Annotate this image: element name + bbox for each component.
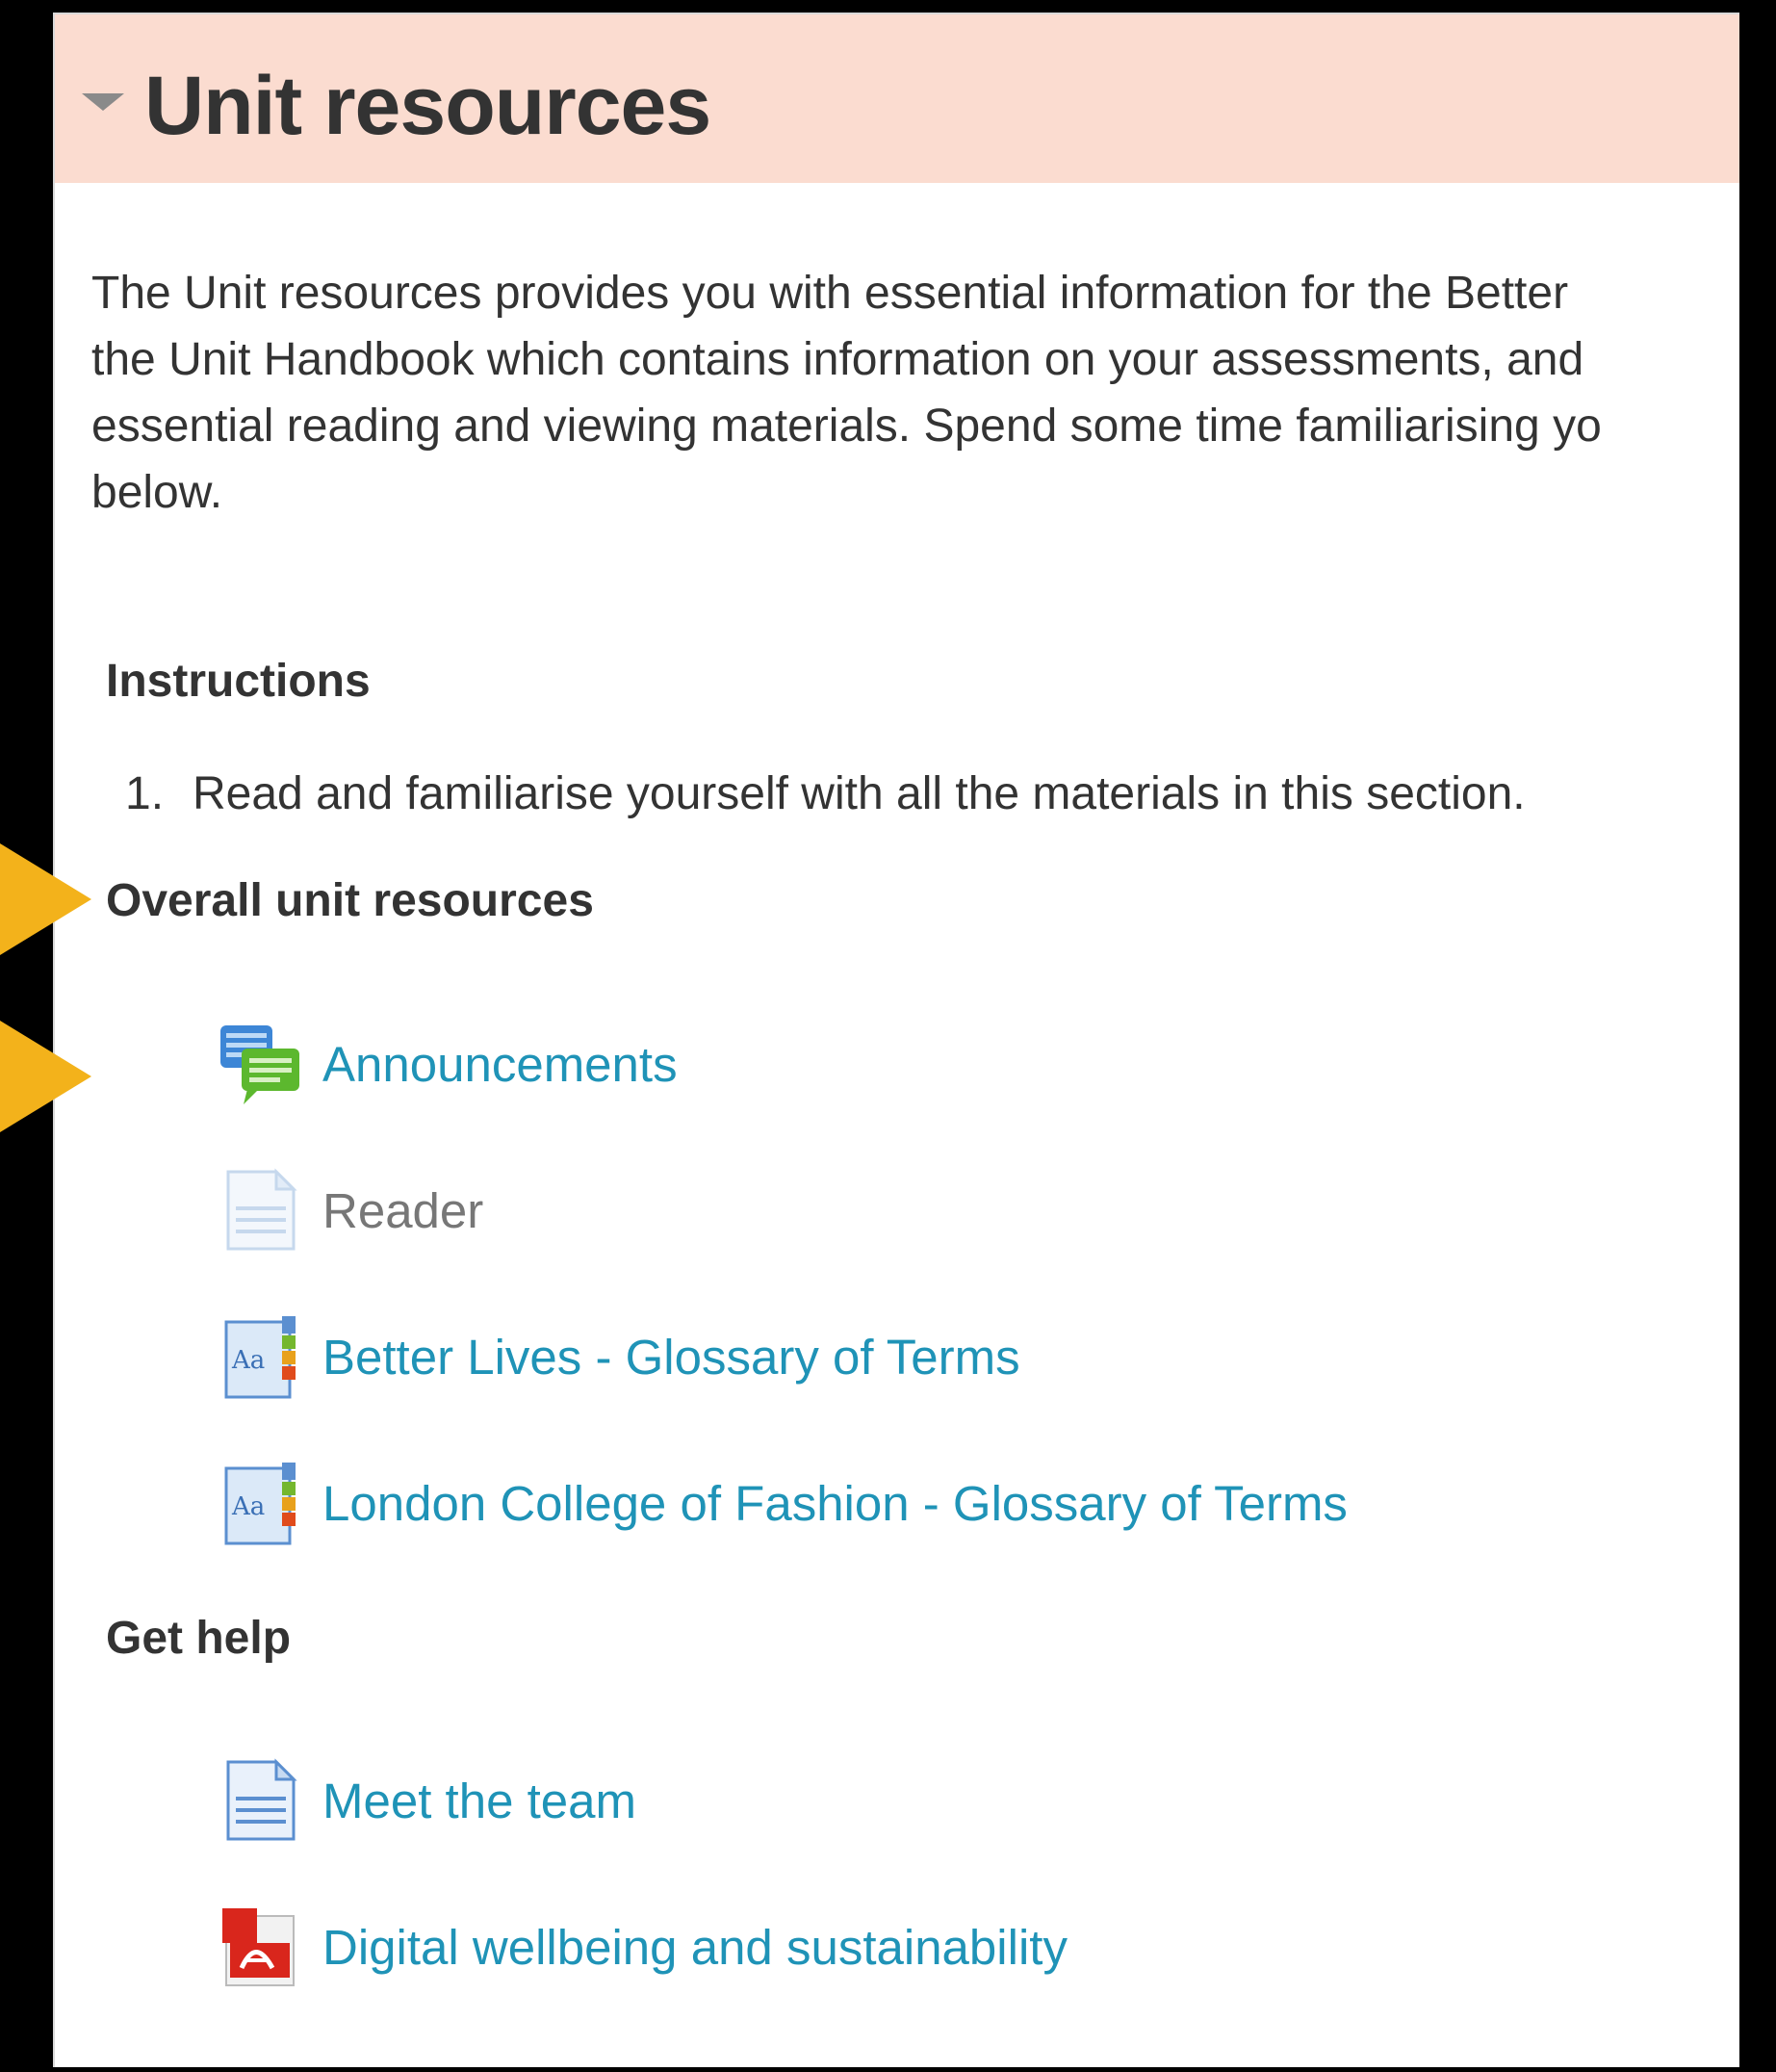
activity-glossary-better-lives[interactable]: Aa Better Lives - Glossary of Terms bbox=[219, 1308, 1020, 1405]
activity-link[interactable]: Announcements bbox=[322, 1036, 678, 1093]
page-icon bbox=[219, 1758, 303, 1843]
section-title: Unit resources bbox=[144, 60, 711, 152]
annotation-arrow-icon bbox=[0, 843, 91, 955]
activity-link[interactable]: London College of Fashion - Glossary of … bbox=[322, 1475, 1348, 1532]
page-icon bbox=[219, 1168, 303, 1253]
summary-line: below. bbox=[91, 467, 223, 518]
section-header: Unit resources bbox=[55, 14, 1739, 183]
forum-icon bbox=[219, 1022, 303, 1106]
activity-meet-the-team[interactable]: Meet the team bbox=[219, 1752, 636, 1849]
summary-line: The Unit resources provides you with ess… bbox=[91, 268, 1569, 319]
pdf-icon bbox=[219, 1904, 303, 1989]
activity-link[interactable]: Reader bbox=[322, 1182, 483, 1239]
course-section: Unit resources The Unit resources provid… bbox=[53, 13, 1739, 2067]
summary-line: the Unit Handbook which contains informa… bbox=[91, 334, 1584, 385]
svg-text:Aa: Aa bbox=[231, 1492, 265, 1521]
collapse-toggle-icon[interactable] bbox=[82, 93, 124, 111]
glossary-icon: Aa bbox=[219, 1314, 303, 1399]
list-number: 1. bbox=[125, 768, 165, 819]
overall-resources-heading: Overall unit resources bbox=[106, 875, 594, 926]
instruction-text: Read and familiarise yourself with all t… bbox=[193, 768, 1526, 819]
activity-reader[interactable]: Reader bbox=[219, 1162, 483, 1258]
instructions-heading: Instructions bbox=[106, 656, 371, 707]
glossary-icon: Aa bbox=[219, 1461, 303, 1545]
summary-line: essential reading and viewing materials.… bbox=[91, 401, 1602, 452]
svg-text:Aa: Aa bbox=[231, 1346, 265, 1375]
activity-glossary-lcf[interactable]: Aa London College of Fashion - Glossary … bbox=[219, 1455, 1348, 1551]
section-summary: The Unit resources provides you with ess… bbox=[91, 260, 1739, 526]
activity-link[interactable]: Digital wellbeing and sustainability bbox=[322, 1919, 1068, 1976]
get-help-heading: Get help bbox=[106, 1613, 292, 1664]
activity-digital-wellbeing[interactable]: Digital wellbeing and sustainability bbox=[219, 1899, 1068, 1995]
instruction-item: 1. Read and familiarise yourself with all… bbox=[125, 767, 1526, 820]
activity-announcements[interactable]: Announcements bbox=[219, 1016, 678, 1112]
activity-link[interactable]: Better Lives - Glossary of Terms bbox=[322, 1329, 1020, 1386]
activity-link[interactable]: Meet the team bbox=[322, 1773, 636, 1829]
annotation-arrow-icon bbox=[0, 1021, 91, 1132]
